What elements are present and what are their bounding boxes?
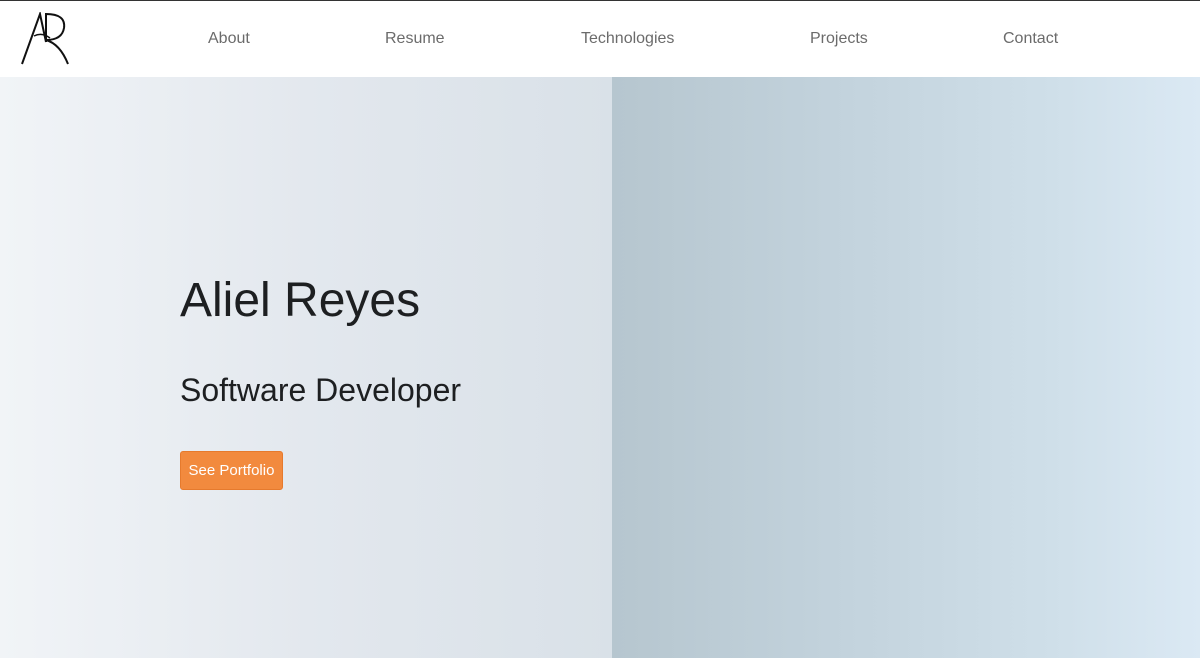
nav-link-projects[interactable]: Projects (810, 30, 868, 48)
nav-link-resume[interactable]: Resume (385, 30, 445, 48)
logo[interactable] (20, 12, 74, 66)
nav-link-contact[interactable]: Contact (1003, 30, 1058, 48)
hero-left-panel (0, 77, 612, 658)
see-portfolio-button[interactable]: See Portfolio (180, 451, 283, 490)
navbar: About Resume Technologies Projects Conta… (0, 1, 1200, 77)
hero-right-panel (612, 77, 1200, 658)
nav-link-technologies[interactable]: Technologies (581, 30, 674, 48)
hero-name: Aliel Reyes (180, 274, 421, 327)
nav-link-about[interactable]: About (208, 30, 250, 48)
hero-title: Software Developer (180, 372, 462, 408)
